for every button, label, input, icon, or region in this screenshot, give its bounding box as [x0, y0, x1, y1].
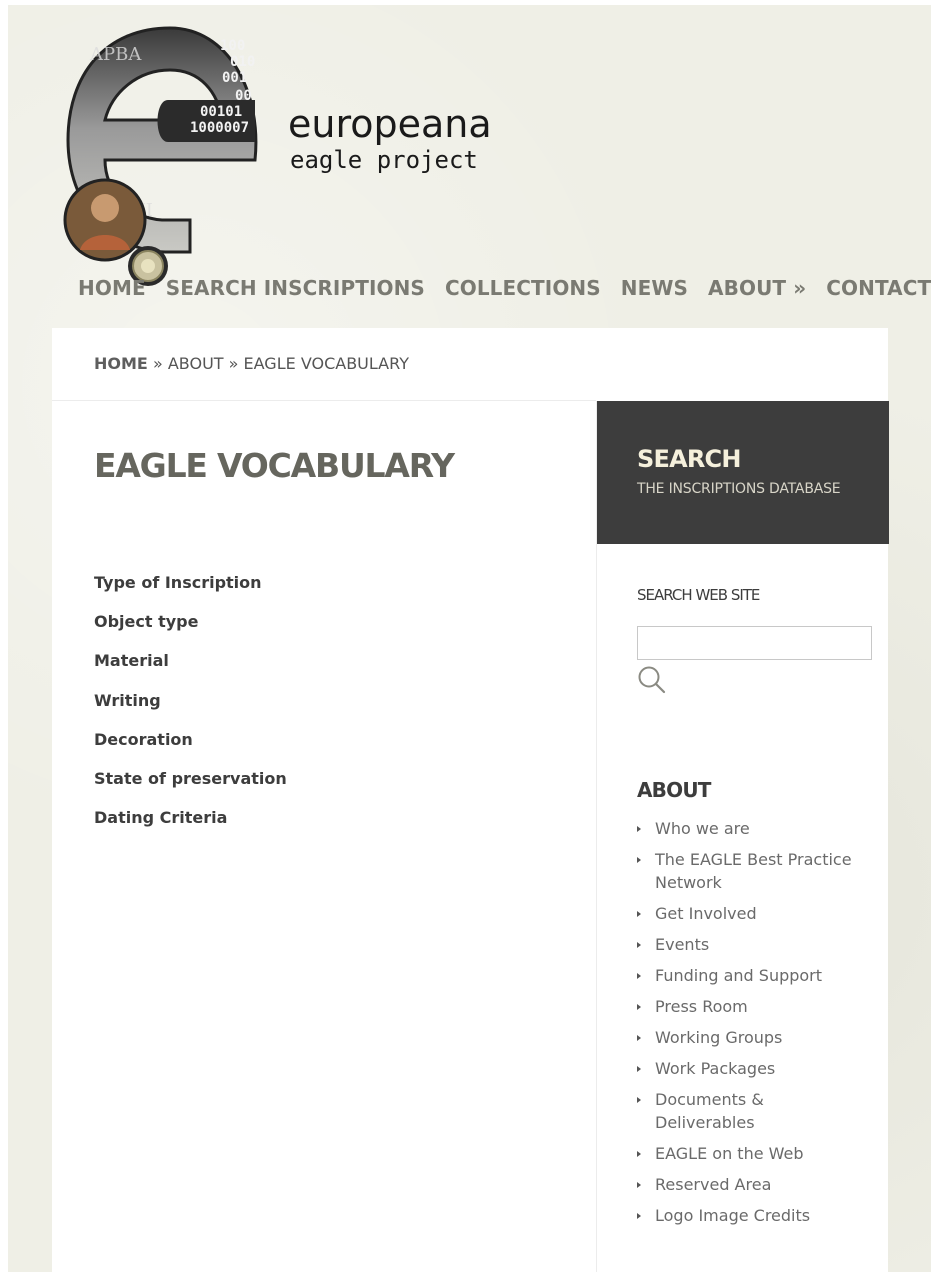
vocab-item: Decoration [94, 729, 193, 749]
nav-search-inscriptions[interactable]: SEARCH INSCRIPTIONS [166, 276, 425, 300]
vocab-item: State of preservation [94, 768, 287, 788]
breadcrumb-divider [52, 400, 596, 401]
about-item[interactable]: The EAGLE Best Practice Network [637, 848, 867, 894]
about-item[interactable]: Who we are [637, 817, 867, 840]
svg-text:ΑΡΒΑ: ΑΡΒΑ [89, 44, 142, 65]
bullet-icon [637, 826, 641, 832]
about-item-label: The EAGLE Best Practice Network [655, 850, 852, 892]
breadcrumb-separator: » [152, 354, 163, 373]
about-item[interactable]: Documents & Deliverables [637, 1088, 867, 1134]
about-item-label: Get Involved [655, 904, 757, 923]
vocab-item: Material [94, 651, 169, 671]
about-item-label: Working Groups [655, 1028, 783, 1047]
about-item[interactable]: Get Involved [637, 902, 867, 925]
bullet-icon [637, 1004, 641, 1010]
about-item[interactable]: Logo Image Credits [637, 1204, 867, 1227]
page-title: EAGLE VOCABULARY [94, 446, 455, 485]
bullet-icon [637, 973, 641, 979]
about-item-label: Documents & Deliverables [655, 1090, 764, 1132]
bullet-icon [637, 1182, 641, 1188]
main-nav: HOME SEARCH INSCRIPTIONS COLLECTIONS NEW… [78, 276, 931, 300]
bullet-icon [637, 942, 641, 948]
about-item-label: Funding and Support [655, 966, 823, 985]
nav-collections[interactable]: COLLECTIONS [445, 276, 601, 300]
svg-text:1000007: 1000007 [190, 120, 249, 136]
search-database-panel[interactable]: SEARCH THE INSCRIPTIONS DATABASE [597, 401, 889, 544]
sidebar: SEARCH THE INSCRIPTIONS DATABASE SEARCH … [596, 401, 889, 1272]
bullet-icon [637, 1097, 641, 1103]
about-item-label: Events [655, 935, 710, 954]
search-input[interactable] [637, 626, 872, 660]
vocab-item: Dating Criteria [94, 808, 228, 828]
vocabulary-list: Type of Inscription Object type Material… [94, 573, 287, 847]
about-item-label: Reserved Area [655, 1175, 772, 1194]
breadcrumb-about[interactable]: ABOUT [168, 354, 224, 373]
about-item[interactable]: EAGLE on the Web [637, 1142, 867, 1165]
nav-home[interactable]: HOME [78, 276, 146, 300]
search-panel-title: SEARCH [637, 445, 741, 473]
breadcrumb-home[interactable]: HOME [94, 354, 148, 373]
svg-text:00101: 00101 [200, 104, 242, 120]
about-item-label: EAGLE on the Web [655, 1144, 804, 1163]
breadcrumb-current: EAGLE VOCABULARY [243, 354, 409, 373]
bullet-icon [637, 1151, 641, 1157]
about-item[interactable]: Reserved Area [637, 1173, 867, 1196]
about-item[interactable]: Events [637, 933, 867, 956]
nav-news[interactable]: NEWS [621, 276, 688, 300]
nav-about[interactable]: ABOUT » [708, 276, 806, 300]
brand-subtitle: eagle project [290, 146, 478, 174]
brand-name: europeana [288, 102, 492, 146]
svg-text:001: 001 [222, 70, 247, 86]
about-heading: ABOUT [637, 778, 711, 802]
bullet-icon [637, 1213, 641, 1219]
vocab-item: Type of Inscription [94, 573, 262, 592]
breadcrumb: HOME » ABOUT » EAGLE VOCABULARY [94, 354, 409, 373]
bullet-icon [637, 1066, 641, 1072]
bullet-icon [637, 1035, 641, 1041]
search-icon[interactable] [637, 665, 667, 695]
bullet-icon [637, 857, 641, 863]
about-item[interactable]: Working Groups [637, 1026, 867, 1049]
nav-contacts[interactable]: CONTACTS [826, 276, 931, 300]
logo-link[interactable]: 00101 1000007 100 010 001 00 ΑΡΒΑ ΙΙΑΙΑΜ… [50, 20, 492, 290]
breadcrumb-separator: » [228, 354, 239, 373]
about-item-label: Who we are [655, 819, 750, 838]
search-panel-subtitle: THE INSCRIPTIONS DATABASE [637, 481, 841, 497]
about-item[interactable]: Work Packages [637, 1057, 867, 1080]
about-item-label: Logo Image Credits [655, 1206, 811, 1225]
bullet-icon [637, 911, 641, 917]
search-web-site-label: SEARCH WEB SITE [637, 586, 760, 604]
about-item[interactable]: Press Room [637, 995, 867, 1018]
vocab-item: Object type [94, 612, 199, 632]
about-item-label: Work Packages [655, 1059, 776, 1078]
vocab-item: Writing [94, 690, 161, 710]
svg-text:010: 010 [230, 54, 255, 70]
about-item[interactable]: Funding and Support [637, 964, 867, 987]
svg-text:00: 00 [235, 88, 252, 104]
svg-text:100: 100 [220, 38, 245, 54]
about-item-label: Press Room [655, 997, 748, 1016]
content-card: HOME » ABOUT » EAGLE VOCABULARY EAGLE VO… [52, 328, 889, 1272]
about-menu: Who we are The EAGLE Best Practice Netwo… [637, 817, 867, 1235]
eagle-logo-icon: 00101 1000007 100 010 001 00 ΑΡΒΑ ΙΙΑΙΑΜ… [63, 26, 258, 286]
